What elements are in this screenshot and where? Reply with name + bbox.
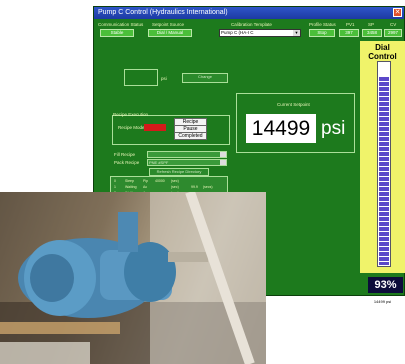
calibration-select[interactable]: Pump C (HA-I C ▼	[219, 29, 301, 37]
pack-recipe-label: Pack Recipe	[114, 160, 140, 165]
pump-photo	[0, 192, 266, 364]
fill-recipe-label: Fill Recipe	[114, 152, 136, 157]
overview-cell: 99.9	[191, 185, 198, 189]
cv-value: 2997	[384, 29, 402, 37]
chevron-down-icon[interactable]: ▼	[293, 30, 300, 36]
pump-photo-art	[0, 192, 266, 364]
completed-button[interactable]: Completed	[174, 132, 207, 140]
recipe-execution-panel	[112, 115, 230, 145]
overview-cell: (secs)	[203, 185, 213, 189]
dial-percent: 93%	[368, 277, 403, 293]
overview-cell: Sleep	[125, 179, 134, 183]
calibration-label: Calibration Template	[231, 22, 272, 27]
overview-cell: (sec)	[171, 179, 179, 183]
setpoint-unit: psi	[321, 118, 346, 139]
setpoint-label: Current Setpoint	[277, 102, 310, 107]
close-icon[interactable]: ✕	[393, 8, 402, 17]
overview-cell: Pip	[143, 179, 149, 183]
psi-label: psi	[161, 76, 167, 81]
chevron-down-icon[interactable]	[220, 160, 226, 165]
calibration-value: Pump C (HA-I C	[221, 30, 254, 35]
sp-value: 3458	[362, 29, 382, 37]
change-button[interactable]: Change	[182, 73, 228, 83]
pack-recipe-select[interactable]: PNE #SPF	[147, 159, 227, 166]
dial-gauge[interactable]	[377, 61, 391, 267]
overview-cell: 1	[114, 185, 116, 189]
pv1-label: PV1	[346, 22, 355, 27]
overview-cell: 0	[114, 179, 116, 183]
overview-cell: (sec)	[171, 185, 179, 189]
psi-input-box[interactable]	[124, 69, 158, 86]
dial-control-panel: Dial Control 93% 14499 psi	[360, 41, 405, 304]
cv-label: CV	[390, 22, 397, 27]
chevron-down-icon[interactable]	[220, 152, 226, 157]
setpoint-value: 14499	[246, 114, 316, 143]
overview-cell: Ac	[143, 185, 148, 189]
profile-status-label: Profile Status	[309, 22, 336, 27]
comm-status-button[interactable]: Stable	[100, 29, 134, 37]
gauge-fill	[379, 77, 389, 265]
title-bar: Pump C Control (Hydraulics International…	[94, 7, 404, 19]
dial-title: Dial Control	[368, 43, 397, 61]
pv1-value: 397	[339, 29, 359, 37]
sp-label: SP	[368, 22, 375, 27]
setpoint-source-button[interactable]: Dial / Manual	[148, 29, 192, 37]
recipe-execution-label: Recipe Execution	[113, 112, 149, 117]
fill-recipe-select[interactable]	[147, 151, 227, 158]
refresh-recipe-button[interactable]: Refresh Recipe Directory	[149, 168, 209, 176]
recipe-mode-label: Recipe Mode	[118, 125, 145, 130]
dial-reading: 14499 psi	[373, 299, 392, 304]
setpoint-source-label: Setpoint Source	[152, 22, 185, 27]
overview-cell: Waiting	[125, 185, 137, 189]
window-title: Pump C Control (Hydraulics International…	[98, 9, 228, 16]
comm-status-label: Communication Status	[98, 22, 144, 27]
pack-recipe-value: PNE #SPF	[149, 160, 169, 165]
setpoint-panel: Current Setpoint 14499 psi	[236, 93, 355, 153]
recipe-mode-indicator	[144, 124, 166, 131]
overview-cell: 40000	[155, 179, 165, 183]
profile-status-button[interactable]: Stop	[309, 29, 335, 37]
